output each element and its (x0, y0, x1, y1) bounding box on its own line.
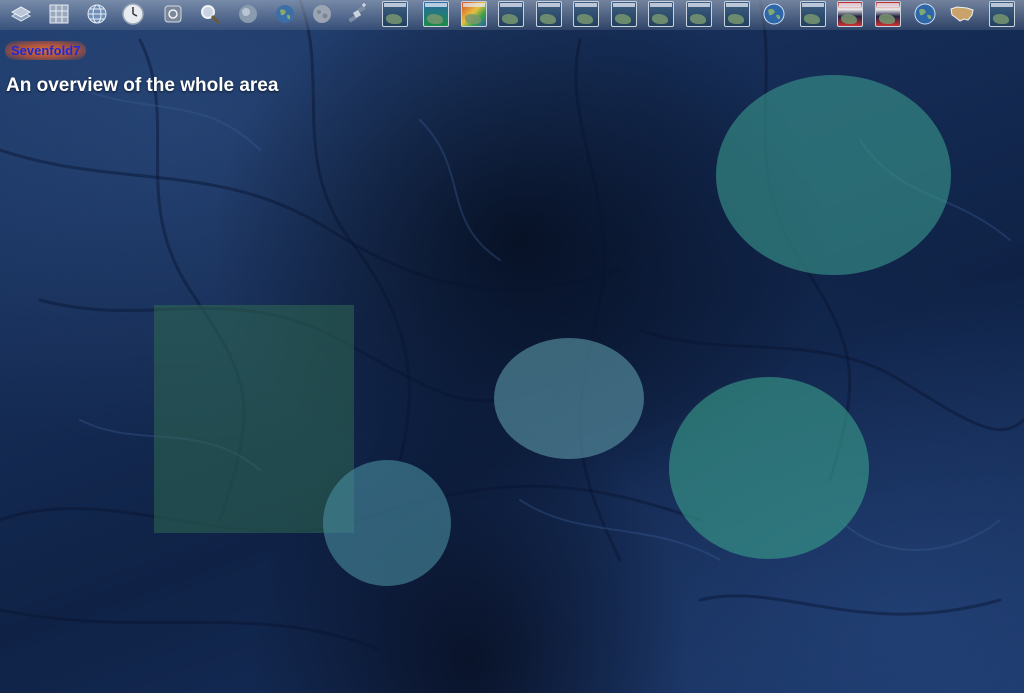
layer-map-icon[interactable] (800, 1, 826, 27)
layer-flags-icon[interactable] (837, 1, 863, 27)
layer-manager-icon[interactable] (8, 1, 34, 27)
earth-globe-icon[interactable] (272, 1, 298, 27)
usa-map-icon[interactable] (949, 1, 975, 27)
landmarks-globe-icon[interactable] (912, 1, 938, 27)
region-square-west[interactable] (154, 305, 354, 533)
region-ellipse-northeast[interactable] (716, 75, 951, 275)
layer-thumb-9-icon[interactable] (686, 1, 712, 27)
globe-viewport[interactable]: Sevenfold7 An overview of the whole area (0, 0, 1024, 693)
toolbar (0, 0, 1024, 30)
globe-grid-icon[interactable] (84, 1, 110, 27)
lat-lon-grid-icon[interactable] (46, 1, 72, 27)
overview-title: An overview of the whole area (6, 75, 279, 96)
region-ellipse-center[interactable] (494, 338, 644, 459)
blue-marble-globe-icon[interactable] (761, 1, 787, 27)
app-badge: Sevenfold7 (5, 41, 87, 60)
layer-thumb-last-icon[interactable] (989, 1, 1015, 27)
search-magnifier-icon[interactable] (197, 1, 223, 27)
layer-thumb-4-icon[interactable] (498, 1, 524, 27)
layer-wms-icon[interactable] (423, 1, 449, 27)
satellite-icon[interactable] (344, 1, 370, 27)
layer-thumb-8-icon[interactable] (648, 1, 674, 27)
layer-thumb-5-icon[interactable] (536, 1, 562, 27)
moon-globe-icon[interactable] (309, 1, 335, 27)
region-circle-southwest[interactable] (323, 460, 451, 586)
layer-thumb-10-icon[interactable] (724, 1, 750, 27)
region-ellipse-east[interactable] (669, 377, 869, 559)
layer-flags-2-icon[interactable] (875, 1, 901, 27)
layer-thumb-6-icon[interactable] (573, 1, 599, 27)
clock-icon[interactable] (120, 1, 146, 27)
globe-atmosphere-icon[interactable] (235, 1, 261, 27)
layer-thumb-7-icon[interactable] (611, 1, 637, 27)
compass-icon[interactable] (160, 1, 186, 27)
layer-thumb-1-icon[interactable] (382, 1, 408, 27)
layer-heatmap-icon[interactable] (461, 1, 487, 27)
